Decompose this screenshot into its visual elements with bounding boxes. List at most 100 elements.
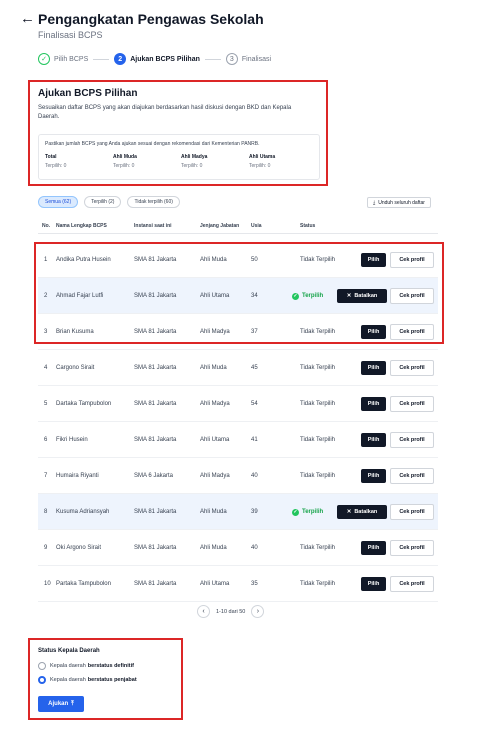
filter-unselected[interactable]: Tidak terpilih (60) [127, 196, 180, 208]
cell-usia: 37 [251, 329, 258, 335]
select-button[interactable]: Pilih [361, 361, 386, 375]
radio-definitif[interactable]: Kepala daerah berstatus definitif [38, 662, 134, 670]
cell-jenjang: Ahli Madya [200, 401, 230, 407]
step-connector [204, 58, 221, 60]
status-unselected: Tidak Terpilih [300, 473, 336, 479]
cell-instansi: SMA 81 Jakarta [134, 329, 177, 335]
radio-label: Kepala daerah [50, 663, 86, 669]
cell-jenjang: Ahli Muda [200, 545, 227, 551]
cell-instansi: SMA 81 Jakarta [134, 257, 177, 263]
cell-instansi: SMA 81 Jakarta [134, 581, 177, 587]
cell-no: 3 [44, 329, 48, 335]
step-label: Ajukan BCPS Pilihan [130, 55, 200, 63]
table-row: 8 Kusuma Adriansyah SMA 81 Jakarta Ahli Mud… [38, 494, 438, 530]
cancel-button[interactable]: ✕ Batalkan [337, 289, 387, 303]
cell-jenjang: Ahli Muda [200, 257, 227, 263]
table-row: 6 Fikri Husein SMA 81 Jakarta Ahli Utama 41 T… [38, 422, 438, 458]
status-unselected: Tidak Terpilih [300, 257, 336, 263]
next-page-button[interactable]: › [251, 605, 265, 618]
table-row: 10 Partaka Tampubolon SMA 81 Jakarta Ahli U… [38, 566, 438, 602]
summary-label: Ahli Muda [113, 154, 137, 160]
cell-jenjang: Ahli Utama [200, 293, 230, 299]
status-unselected: Tidak Terpilih [300, 329, 336, 335]
cell-no: 4 [44, 365, 48, 371]
table-row: 5 Dartaka Tampubolon SMA 81 Jakarta Ahli Ma… [38, 386, 438, 422]
select-button[interactable]: Pilih [361, 253, 386, 267]
status-text: Terpilih [302, 293, 324, 299]
section-title: Ajukan BCPS Pilihan [38, 88, 138, 99]
status-unselected: Tidak Terpilih [300, 401, 336, 407]
submit-label: Ajukan [48, 701, 69, 707]
cell-jenjang: Ahli Muda [200, 365, 227, 371]
radio-button[interactable] [38, 676, 46, 684]
status-text: Terpilih [302, 509, 324, 515]
table-row: 3 Brian Kusuma SMA 81 Jakarta Ahli Madya 37 T… [38, 314, 438, 350]
download-list-button[interactable]: ⤓ Unduh seluruh daftar [367, 197, 431, 208]
back-arrow-icon[interactable]: ← [20, 10, 35, 27]
summary-value: Terpilih: 0 [113, 163, 135, 169]
cell-usia: 45 [251, 365, 258, 371]
check-profile-button[interactable]: Cek profil [390, 324, 434, 340]
check-profile-button[interactable]: Cek profil [390, 540, 434, 556]
check-profile-button[interactable]: Cek profil [390, 396, 434, 412]
submit-button[interactable]: Ajukan ⤒ [38, 696, 84, 712]
select-button[interactable]: Pilih [361, 325, 386, 339]
table-row: 4 Cargono Sirait SMA 81 Jakarta Ahli Muda 45… [38, 350, 438, 386]
select-button[interactable]: Pilih [361, 541, 386, 555]
step-label: Pilih BCPS [54, 55, 89, 63]
cell-no: 1 [44, 257, 48, 263]
cell-no: 8 [44, 509, 48, 515]
filter-all[interactable]: Semua (62) [38, 196, 79, 208]
summary-ahli-muda: Ahli Muda Terpilih: 0 [113, 154, 137, 169]
check-profile-button[interactable]: Cek profil [390, 576, 434, 592]
select-button[interactable]: Pilih [361, 469, 386, 483]
table-row: 2 Ahmad Fajar Lutfi SMA 81 Jakarta Ahli Uta… [38, 278, 438, 314]
summary-label: Total [45, 154, 57, 160]
summary-value: Terpilih: 0 [45, 163, 67, 169]
status-kepala-section: Status Kepala Daerah Kepala daerah berst… [28, 638, 183, 720]
select-button[interactable]: Pilih [361, 397, 386, 411]
cell-usia: 54 [251, 401, 258, 407]
select-button[interactable]: Pilih [361, 433, 386, 447]
radio-penjabat[interactable]: Kepala daerah berstatus penjabat [38, 676, 137, 684]
cell-name: Partaka Tampubolon [56, 581, 111, 587]
table-row: 9 Oki Argono Sirait SMA 81 Jakarta Ahli Mud… [38, 530, 438, 566]
radio-button[interactable] [38, 662, 46, 670]
check-profile-button[interactable]: Cek profil [390, 360, 434, 376]
cell-name: Oki Argono Sirait [56, 545, 102, 551]
cell-usia: 40 [251, 473, 258, 479]
check-profile-button[interactable]: Cek profil [390, 468, 434, 484]
cancel-button[interactable]: ✕ Batalkan [337, 505, 387, 519]
cell-usia: 35 [251, 581, 258, 587]
header-name: Nama Lengkap BCPS [56, 223, 107, 229]
summary-value: Terpilih: 0 [249, 163, 271, 169]
cell-no: 5 [44, 401, 48, 407]
check-profile-button[interactable]: Cek profil [390, 288, 434, 304]
table-header: No. Nama Lengkap BCPS Instansi saat ini … [38, 220, 438, 234]
summary-total: Total Terpilih: 0 [45, 154, 66, 169]
status-unselected: Tidak Terpilih [300, 437, 336, 443]
check-profile-button[interactable]: Cek profil [390, 252, 434, 268]
check-profile-button[interactable]: Cek profil [390, 504, 434, 520]
info-section: Ajukan BCPS Pilihan Sesuaikan daftar BCP… [28, 80, 328, 186]
step-number: 3 [225, 53, 238, 65]
section-description: Sesuaikan daftar BCPS yang akan diajukan… [38, 105, 292, 120]
prev-page-button[interactable]: ‹ [197, 605, 210, 618]
summary-ahli-utama: Ahli Utama Terpilih: 0 [249, 154, 275, 169]
close-icon: ✕ [346, 509, 352, 515]
filter-selected[interactable]: Terpilih (2) [84, 196, 122, 208]
step-finalisasi: 3 Finalisasi [225, 53, 271, 65]
page-title: Pengangkatan Pengawas Sekolah [38, 11, 264, 27]
header-no: No. [42, 223, 51, 229]
cell-instansi: SMA 81 Jakarta [134, 509, 177, 515]
cancel-label: Batalkan [354, 293, 378, 299]
check-profile-button[interactable]: Cek profil [390, 432, 434, 448]
radio-label-bold: berstatus penjabat [87, 677, 137, 683]
cell-usia: 40 [251, 545, 258, 551]
status-unselected: Tidak Terpilih [300, 545, 336, 551]
step-number: 2 [114, 53, 127, 65]
table-row: 7 Humaira Riyanti SMA 6 Jakarta Ahli Madya 4… [38, 458, 438, 494]
cell-instansi: SMA 81 Jakarta [134, 437, 177, 443]
select-button[interactable]: Pilih [361, 577, 386, 591]
cell-instansi: SMA 81 Jakarta [134, 401, 177, 407]
